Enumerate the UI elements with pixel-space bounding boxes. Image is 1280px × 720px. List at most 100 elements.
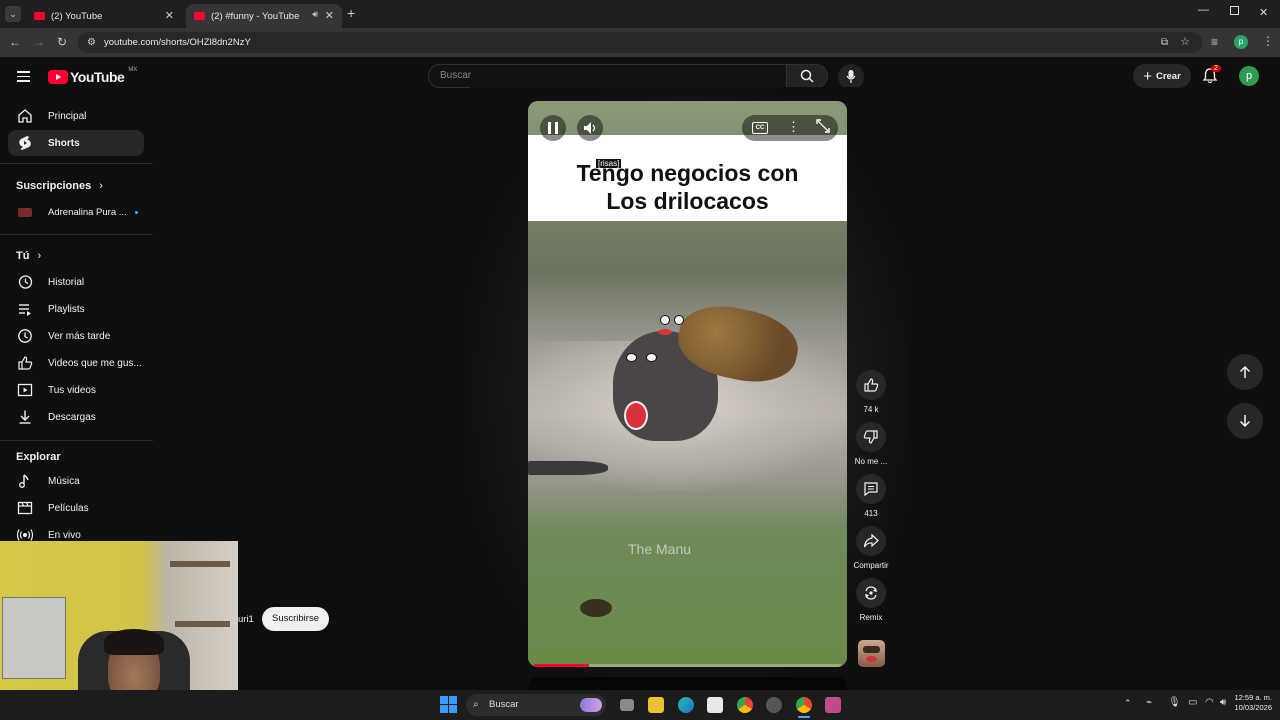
youtube-play-logo-icon (48, 70, 68, 84)
search-input[interactable]: Buscar (428, 64, 786, 88)
close-tab-icon[interactable]: ✕ (325, 9, 334, 22)
address-bar[interactable]: ⚙︎ youtube.com/shorts/OHZl8dn2NzY ⧉ ☆ (78, 32, 1202, 53)
profile-avatar-icon[interactable]: p (1234, 35, 1248, 49)
avatar-letter: p (1245, 70, 1253, 82)
sidebar-item-playlists[interactable]: Playlists (8, 296, 144, 322)
arrow-up-icon (1239, 365, 1251, 378)
windows-taskbar: ⌕ Buscar ⌃ ⌁ 🎙︎ ▭ ◠ 🔊︎ 12:59 a. m. 10/03… (0, 690, 1280, 720)
sidebar-item-ver-mas-tarde[interactable]: Ver más tarde (8, 323, 144, 349)
comments-button[interactable] (856, 474, 886, 504)
new-content-dot-icon (134, 210, 138, 214)
sidebar-item-liked-videos[interactable]: Videos que me gus... (8, 350, 144, 376)
search-placeholder: Buscar (440, 70, 472, 81)
previous-short-button[interactable] (1227, 354, 1263, 390)
store-icon[interactable] (707, 697, 723, 713)
search-button[interactable] (786, 64, 828, 88)
app-icon[interactable] (825, 697, 841, 713)
share-button[interactable] (856, 526, 886, 556)
more-options-icon[interactable]: ⋮ (787, 119, 800, 135)
channel-name[interactable]: uri1 (238, 614, 254, 625)
audio-playing-icon[interactable]: 🔊︎ (312, 9, 318, 20)
subscriptions-heading[interactable]: Suscripciones › (16, 180, 103, 192)
install-app-icon[interactable]: ⧉ (1161, 32, 1168, 53)
like-button[interactable] (856, 370, 886, 400)
browser-tab-strip: ⌄ (2) YouTube ✕ (2) #funny - YouTube 🔊︎ … (0, 0, 1280, 28)
sidebar-item-musica[interactable]: Música (8, 468, 144, 494)
app-icon[interactable] (766, 697, 782, 713)
wifi-icon[interactable]: ◠ (1205, 697, 1214, 708)
display-icon[interactable]: ▭ (1188, 697, 1197, 708)
account-avatar[interactable]: p (1239, 66, 1259, 86)
chrome-active-icon[interactable] (796, 697, 812, 713)
new-tab-button[interactable]: + (347, 5, 355, 21)
forward-icon[interactable]: → (33, 35, 45, 49)
reading-list-icon[interactable]: ≡ (1211, 35, 1218, 49)
hippo-eye (646, 353, 657, 362)
comment-icon (864, 482, 878, 497)
sidebar-item-label: Historial (48, 276, 85, 288)
tab-search-button[interactable]: ⌄ (5, 6, 21, 22)
sidebar-item-label: Shorts (48, 137, 80, 149)
watch-later-icon (16, 327, 34, 345)
fullscreen-icon[interactable] (816, 119, 830, 138)
short-video-player[interactable]: [risas] Tengo negocios con Los drilocaco… (528, 101, 847, 667)
youtube-favicon-icon (194, 12, 205, 20)
webcam-person-hair (104, 629, 164, 655)
windows-start-icon[interactable] (440, 696, 457, 713)
webcam-shelf (170, 561, 230, 567)
sidebar-item-subscription[interactable]: Adrenalina Pura ... (8, 199, 144, 225)
remix-button[interactable] (856, 578, 886, 608)
minimize-window-button[interactable]: — (1198, 4, 1209, 16)
site-info-icon[interactable]: ⚙︎ (87, 32, 96, 53)
back-icon[interactable]: ← (9, 35, 21, 49)
comment-count: 413 (864, 509, 878, 518)
sidebar-item-shorts[interactable]: Shorts (8, 130, 144, 156)
sidebar-item-tus-videos[interactable]: Tus videos (8, 377, 144, 403)
create-button[interactable]: + Crear (1133, 64, 1191, 88)
close-window-button[interactable]: ✕ (1259, 6, 1268, 19)
browser-menu-icon[interactable]: ⋮ (1262, 34, 1274, 48)
maximize-window-button[interactable] (1230, 6, 1239, 15)
notification-badge: 2 (1211, 65, 1221, 72)
sidebar-item-peliculas[interactable]: Películas (8, 495, 144, 521)
network-icon[interactable]: ⌁ (1146, 697, 1152, 708)
bookmark-star-icon[interactable]: ☆ (1180, 32, 1190, 53)
captions-button[interactable]: CC (752, 122, 768, 134)
sound-thumbnail[interactable] (858, 640, 885, 667)
browser-tab-youtube[interactable]: (2) YouTube ✕ (26, 4, 182, 28)
sidebar-item-label: Películas (48, 502, 89, 514)
taskbar-search[interactable]: ⌕ Buscar (466, 694, 606, 716)
browser-tab-funny[interactable]: (2) #funny - YouTube 🔊︎ ✕ (186, 4, 342, 28)
leopard-eye (674, 315, 684, 325)
close-tab-icon[interactable]: ✕ (165, 9, 174, 22)
like-icon (16, 354, 34, 372)
subscribe-label: Suscribirse (272, 613, 319, 624)
show-hidden-icons[interactable]: ⌃ (1124, 698, 1132, 709)
tab-title: (2) #funny - YouTube (211, 10, 300, 22)
sidebar-item-label: Descargas (48, 411, 96, 423)
dislike-button[interactable] (856, 422, 886, 452)
subscribe-button[interactable]: Suscribirse (262, 607, 329, 631)
chrome-icon[interactable] (737, 697, 753, 713)
sidebar-item-descargas[interactable]: Descargas (8, 404, 144, 430)
browser-toolbar: ← → ↻ ⚙︎ youtube.com/shorts/OHZl8dn2NzY … (0, 28, 1280, 57)
video-progress-bar[interactable] (534, 664, 841, 667)
pause-button[interactable] (540, 115, 566, 141)
clock[interactable]: 12:59 a. m. 10/03/2026 (1222, 693, 1272, 713)
next-short-button[interactable] (1227, 403, 1263, 439)
microphone-tray-icon[interactable]: 🎙︎ (1168, 697, 1181, 708)
search-icon (800, 69, 814, 83)
volume-button[interactable] (577, 115, 603, 141)
file-explorer-icon[interactable] (648, 697, 664, 713)
youtube-logo[interactable]: YouTube MX (48, 67, 137, 85)
sidebar-item-historial[interactable]: Historial (8, 269, 144, 295)
you-heading[interactable]: Tú › (16, 250, 41, 262)
edge-icon[interactable] (678, 697, 694, 713)
sidebar-item-label: Principal (48, 110, 87, 122)
hamburger-menu-icon[interactable] (17, 71, 30, 82)
task-view-icon[interactable] (620, 699, 634, 711)
notifications-button[interactable]: 2 (1202, 65, 1221, 86)
reload-icon[interactable]: ↻ (57, 35, 67, 49)
volume-icon (583, 122, 595, 134)
sidebar-item-principal[interactable]: Principal (8, 103, 144, 129)
